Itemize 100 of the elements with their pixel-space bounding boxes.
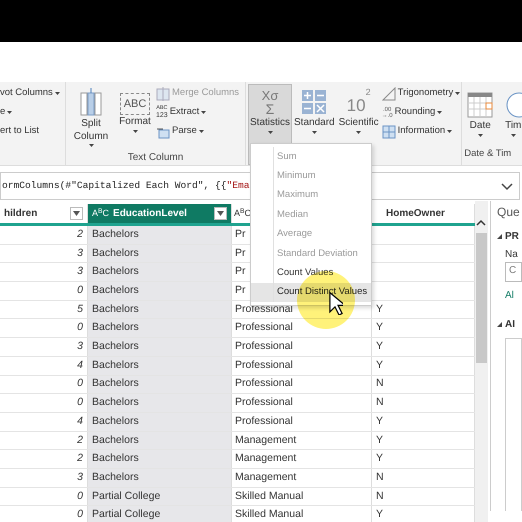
column-header[interactable]: hildren bbox=[0, 204, 88, 223]
caret-icon bbox=[455, 92, 460, 95]
caret-icon bbox=[447, 130, 452, 133]
table-cell-text: 4 bbox=[77, 358, 83, 373]
caret-icon bbox=[356, 130, 362, 134]
table-cell-text: N bbox=[376, 376, 384, 392]
table-cell-text: Bachelors bbox=[92, 358, 139, 373]
table-cell-text: Bachelors bbox=[92, 376, 139, 392]
table-cell-text: Management bbox=[235, 432, 296, 448]
caret-icon bbox=[478, 134, 483, 136]
scrollbar[interactable] bbox=[475, 201, 488, 522]
table-cell-text: Bachelors bbox=[92, 432, 139, 448]
merge-columns-icon bbox=[156, 86, 170, 100]
table-cell-text: Bachelors bbox=[92, 414, 139, 429]
table-cell-text: Partial College bbox=[92, 488, 160, 504]
arithmetic-icon bbox=[301, 88, 328, 116]
table-cell-text: Bachelors bbox=[92, 339, 139, 354]
column-header[interactable]: A$^{B}$C EducationLevel bbox=[88, 204, 232, 223]
table-cell-text: Y bbox=[376, 414, 384, 429]
table-cell-text: 4 bbox=[77, 414, 83, 429]
name-field[interactable]: C bbox=[505, 262, 522, 282]
table-cell-text: N bbox=[376, 488, 384, 504]
table-cell: Y bbox=[376, 507, 384, 522]
information-icon bbox=[382, 124, 396, 138]
table-cell-text: 3 bbox=[77, 339, 83, 354]
ribbon-button[interactable]: Trigonometry bbox=[382, 84, 460, 103]
table-cell-text: Professional bbox=[235, 339, 293, 354]
ribbon-button[interactable]: vot Columns bbox=[0, 84, 65, 103]
caret-icon bbox=[201, 111, 206, 114]
table-cell-text: 0 bbox=[77, 320, 83, 336]
table-cell-text: Bachelors bbox=[92, 226, 139, 242]
table-cell-text: 0 bbox=[77, 376, 83, 392]
power-icon: 10 2 bbox=[346, 88, 371, 116]
split-column-icon bbox=[78, 87, 104, 117]
table-cell-text: Professional bbox=[235, 320, 293, 336]
table-cell-text: Y bbox=[376, 358, 384, 373]
caret-icon bbox=[7, 111, 12, 114]
table-cell-text: Bachelors bbox=[92, 264, 139, 280]
ribbon-button[interactable]: Tim bbox=[500, 84, 522, 147]
table-cell-text: Professional bbox=[235, 414, 293, 429]
caret-icon bbox=[268, 130, 272, 134]
table-cell-text: Bachelors bbox=[92, 470, 139, 485]
chevron-down-icon bbox=[501, 183, 513, 191]
scroll-thumb[interactable] bbox=[476, 233, 487, 363]
formula-text: ormColumns(#"Capitalized Each Word", {{"Ema bbox=[2, 178, 250, 193]
table-cell: Partial College bbox=[92, 507, 160, 522]
caret-icon bbox=[217, 211, 224, 216]
table-cell-text: 2 bbox=[77, 451, 83, 466]
caret-icon bbox=[88, 144, 94, 147]
table-cell-text: Y bbox=[376, 451, 384, 466]
table-cell-text: 3 bbox=[77, 246, 83, 261]
table-cell-text: Pr bbox=[235, 226, 246, 242]
text-type-icon: A$^{B}$C bbox=[92, 209, 110, 218]
table-cell-text: Professional bbox=[235, 395, 293, 410]
table-cell-text: Professional bbox=[235, 302, 293, 317]
table-cell-text: Y bbox=[376, 432, 384, 448]
table-cell-text: N bbox=[376, 395, 384, 410]
ribbon-button[interactable]: Parse bbox=[156, 122, 204, 141]
ribbon-button[interactable]: Information bbox=[382, 122, 452, 141]
column-label: EducationLevel bbox=[113, 207, 187, 221]
table-cell: 0 bbox=[77, 507, 83, 522]
ribbon-button[interactable]: e bbox=[0, 103, 65, 122]
table-cell-text: Pr bbox=[235, 283, 246, 298]
section-title: PR bbox=[505, 230, 519, 244]
table-cell-text: 3 bbox=[77, 264, 83, 280]
table-cell-text: Bachelors bbox=[92, 320, 139, 336]
table-cell-text: Y bbox=[376, 320, 384, 336]
caret-icon bbox=[54, 92, 60, 95]
table-cell-text: 2 bbox=[77, 432, 83, 448]
table-cell-text: Bachelors bbox=[92, 302, 139, 317]
filter-button[interactable] bbox=[214, 207, 227, 220]
table-cell-text: 3 bbox=[77, 470, 83, 485]
properties-link[interactable]: Al bbox=[505, 288, 522, 303]
table-cell-text: 0 bbox=[77, 395, 83, 410]
collapse-icon bbox=[497, 322, 502, 327]
statistics-icon: Xσ Σ bbox=[262, 88, 278, 116]
format-icon: ABC bbox=[120, 93, 150, 115]
table-cell-text: Y bbox=[376, 302, 384, 317]
caret-icon bbox=[312, 130, 317, 134]
ribbon-button[interactable]: ABC Format bbox=[115, 84, 155, 150]
calendar-icon bbox=[467, 91, 494, 119]
table-cell-text: Pr bbox=[235, 246, 246, 261]
ribbon-button[interactable]: Date bbox=[464, 84, 496, 147]
table-cell-text: 5 bbox=[77, 302, 83, 317]
table-cell-text: N bbox=[376, 470, 384, 485]
table-cell-text: Management bbox=[235, 470, 296, 485]
caret-icon bbox=[198, 130, 204, 133]
section-title: AI bbox=[505, 318, 515, 332]
table-cell-text: Skilled Manual bbox=[235, 488, 304, 504]
column-label: HomeOwner bbox=[386, 207, 445, 221]
caret-icon bbox=[73, 211, 80, 216]
filter-button[interactable] bbox=[70, 207, 83, 220]
ribbon-button[interactable]: ert to List bbox=[0, 122, 65, 141]
collapse-icon bbox=[497, 234, 502, 239]
ribbon-button[interactable]: Split Column bbox=[68, 84, 114, 150]
table-cell-text: Pr bbox=[235, 264, 246, 280]
table-cell-text: 0 bbox=[77, 488, 83, 504]
caret-icon bbox=[437, 111, 442, 114]
table-cell-text: 2 bbox=[77, 226, 83, 242]
table-cell: Skilled Manual bbox=[235, 507, 304, 522]
